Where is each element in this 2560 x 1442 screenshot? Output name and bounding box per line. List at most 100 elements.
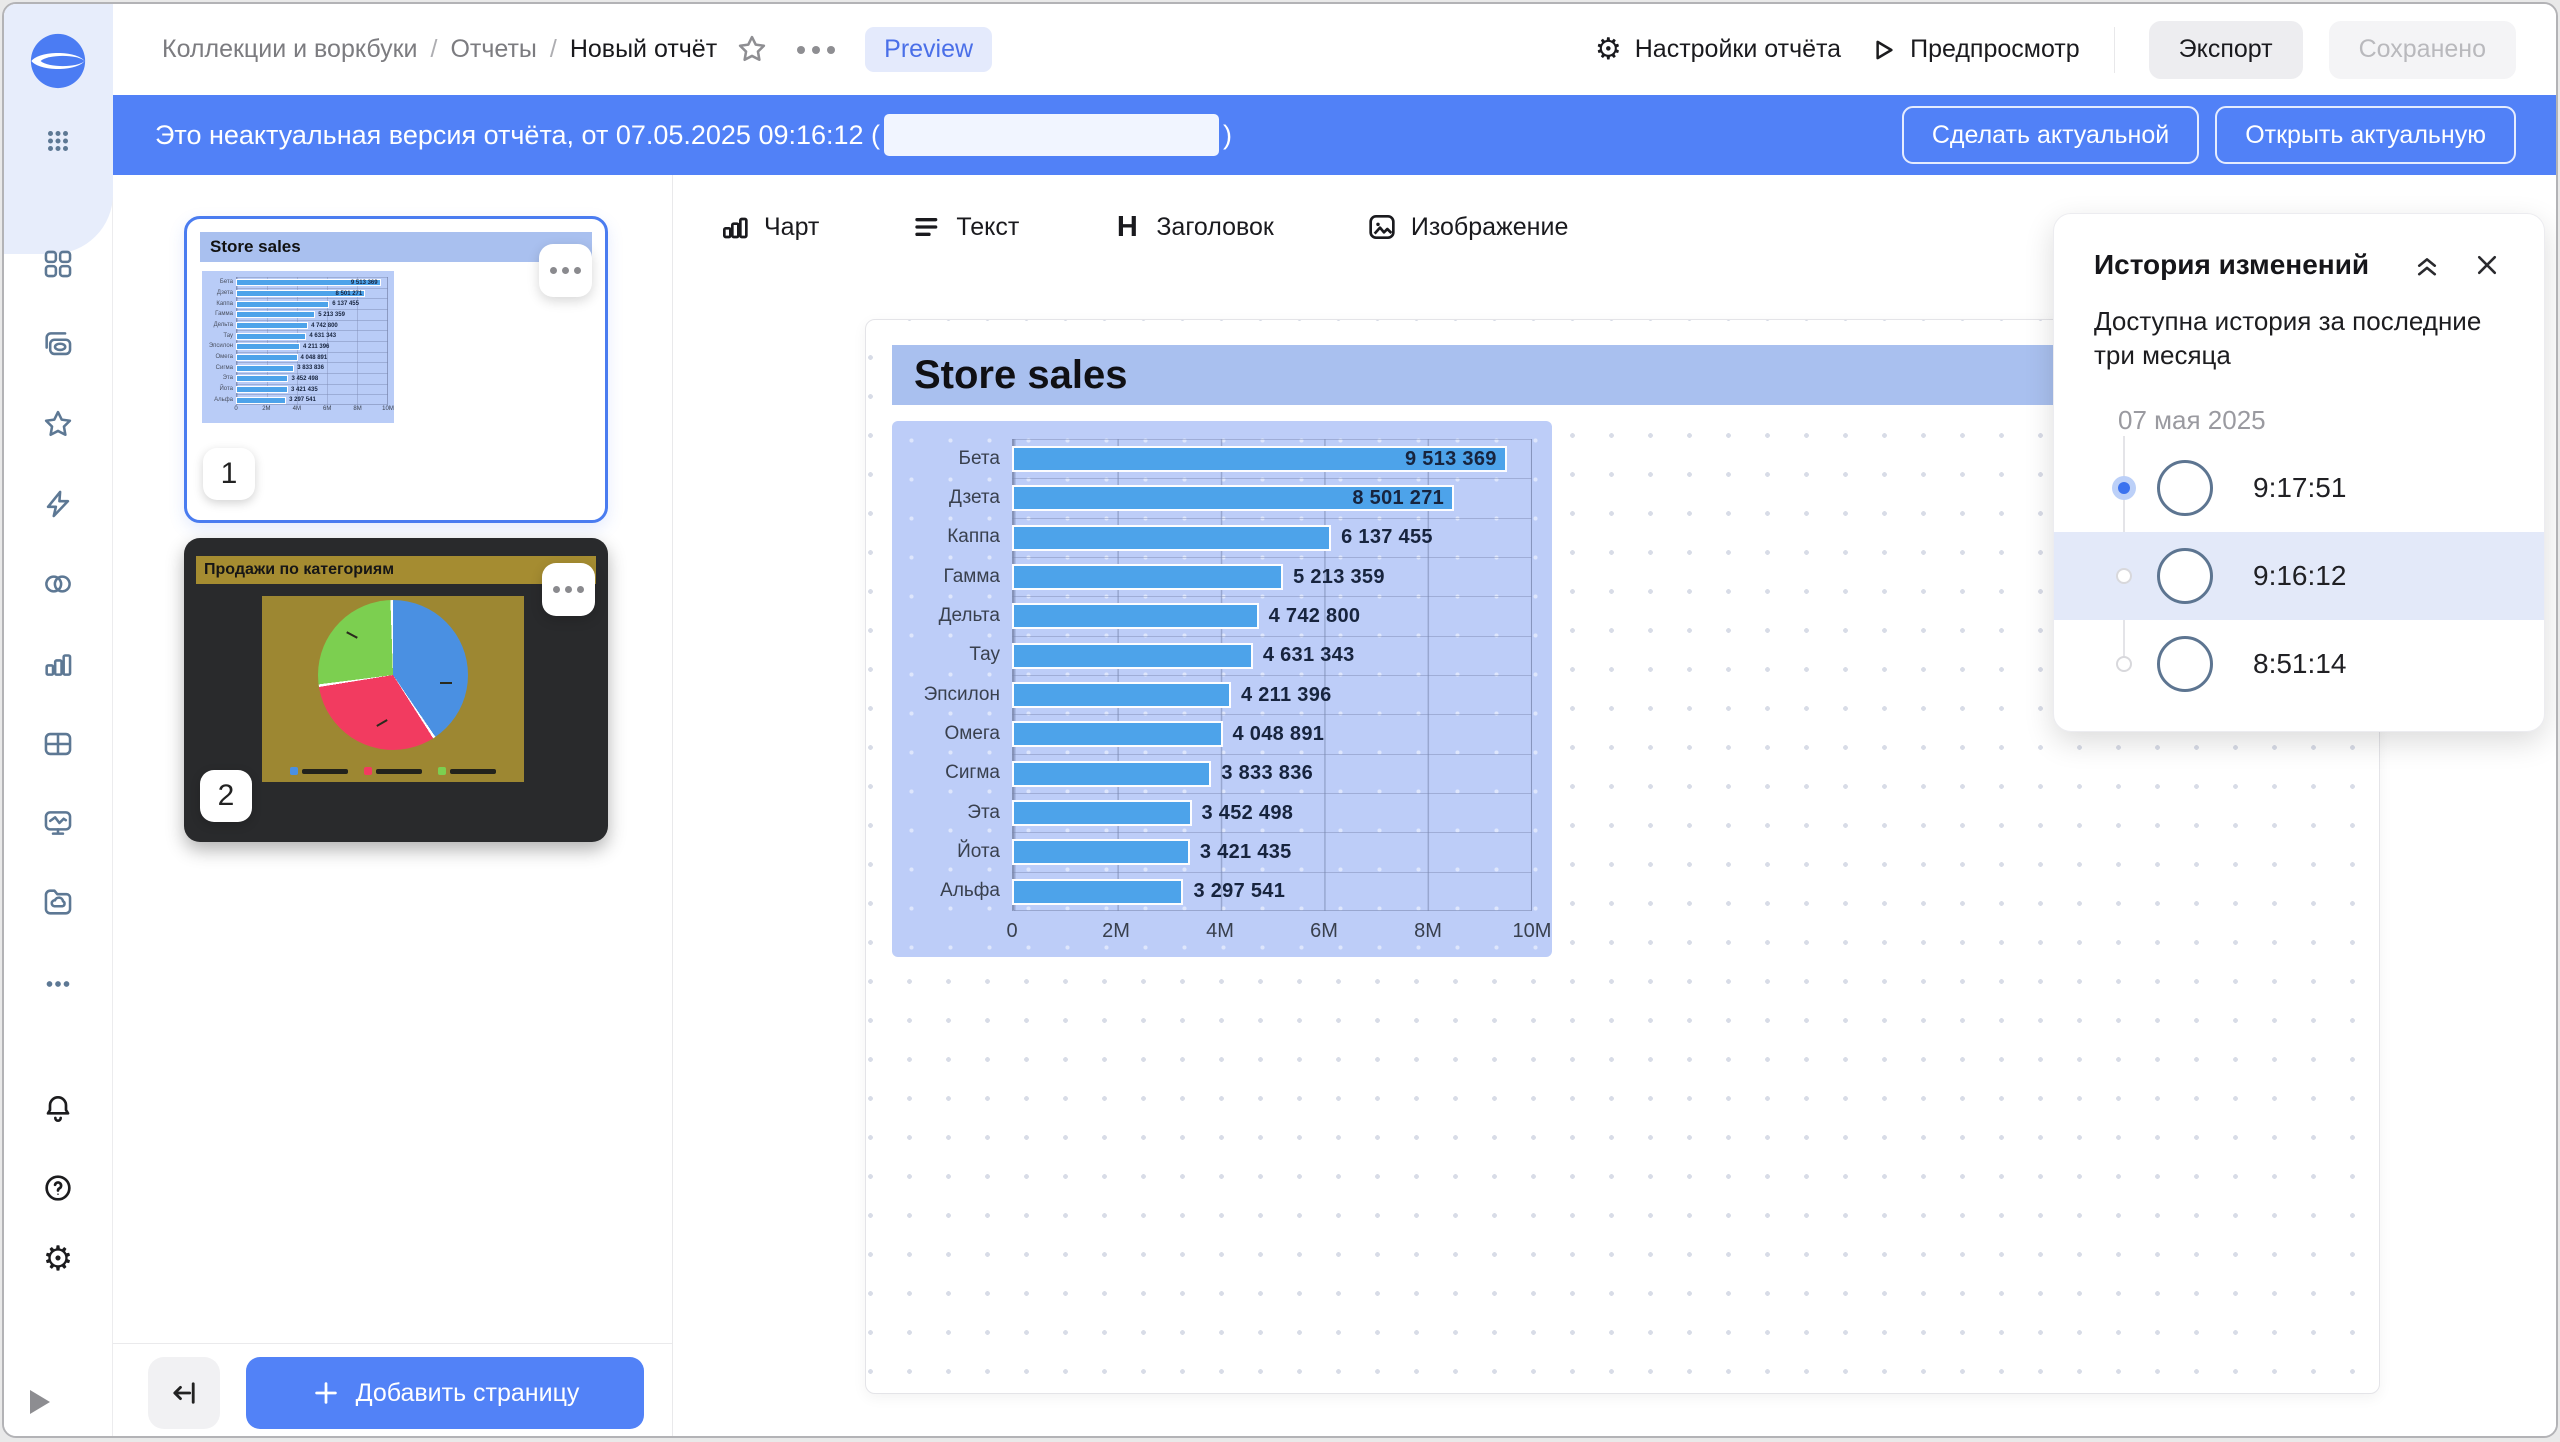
category-label: Бета: [908, 439, 1012, 478]
tables-icon[interactable]: [41, 727, 75, 761]
divider: [2114, 27, 2115, 73]
tool-image-label: Изображение: [1411, 213, 1568, 242]
tool-chart[interactable]: Чарт: [719, 211, 819, 243]
plus-icon: [311, 1378, 341, 1408]
chart-row: Тау 4 631 343: [206, 330, 388, 341]
cloud-folder-icon[interactable]: [41, 885, 75, 919]
favorites-icon[interactable]: [41, 407, 75, 441]
redacted-user-name: [884, 114, 1219, 156]
charts-icon[interactable]: [41, 647, 75, 681]
gear-icon: ⚙: [1595, 33, 1622, 67]
report-settings-button[interactable]: ⚙ Настройки отчёта: [1595, 33, 1841, 67]
close-icon[interactable]: [2470, 248, 2504, 282]
breadcrumb-reports[interactable]: Отчеты: [450, 35, 536, 64]
export-label: Экспорт: [2179, 35, 2273, 64]
favorite-star-icon[interactable]: [735, 32, 771, 68]
bar-track: 4 631 343: [1012, 636, 1532, 675]
history-item[interactable]: 9:17:51: [2054, 444, 2544, 532]
add-page-button[interactable]: Добавить страницу: [246, 1357, 644, 1429]
bar-track: 4 048 891: [236, 352, 388, 363]
export-button[interactable]: Экспорт: [2149, 21, 2303, 79]
breadcrumb-collections[interactable]: Коллекции и воркбуки: [162, 35, 418, 64]
bar-chart-widget[interactable]: Бета9 513 369Дзета8 501 271Каппа6 137 45…: [892, 421, 1552, 957]
saved-button: Сохранено: [2329, 21, 2516, 79]
value-label: 3 297 541: [289, 397, 316, 403]
x-tick: 10M: [1513, 920, 1552, 943]
tool-text[interactable]: Текст: [911, 211, 1019, 243]
open-actual-button[interactable]: Открыть актуальную: [2215, 106, 2516, 164]
user-avatar: [2157, 636, 2213, 692]
radio-inner-dot: [2118, 482, 2130, 494]
banner-text-suffix: ): [1223, 120, 1232, 151]
breadcrumb-current: Новый отчёт: [570, 35, 717, 64]
page-1-menu-icon[interactable]: [539, 244, 592, 297]
history-item[interactable]: 8:51:14: [2054, 620, 2544, 708]
chart-row: Гамма5 213 359: [206, 309, 388, 320]
chart-row: Каппа6 137 455: [908, 518, 1532, 557]
timeline-radio[interactable]: [2116, 568, 2132, 584]
more-icon[interactable]: [41, 967, 75, 1001]
dashboards-icon[interactable]: [41, 247, 75, 281]
collapse-all-icon[interactable]: [2410, 248, 2444, 282]
timeline-radio[interactable]: [2112, 476, 2136, 500]
value-label: 4 048 891: [1233, 723, 1325, 746]
preview-button[interactable]: Предпросмотр: [1867, 35, 2080, 65]
timeline-radio[interactable]: [2116, 656, 2132, 672]
notifications-icon[interactable]: [41, 1091, 75, 1125]
page-thumbnail-1[interactable]: Store sales Бета9 513 369Дзета8 501 271К…: [184, 216, 608, 523]
legend-item: [290, 767, 348, 775]
collections-icon[interactable]: [41, 327, 75, 361]
monitoring-icon[interactable]: [41, 806, 75, 840]
preview-badge[interactable]: Preview: [865, 27, 992, 72]
value-label: 4 211 396: [1241, 684, 1332, 707]
bar: [236, 311, 315, 318]
apps-grid-icon[interactable]: [41, 124, 75, 158]
datalens-logo-icon[interactable]: [27, 30, 89, 92]
x-axis: 02M4M6M8M10M: [1012, 911, 1532, 951]
legend-item: [438, 767, 496, 775]
page-thumbnail-2[interactable]: Продажи по категориям 2: [184, 538, 608, 842]
collapse-panel-button[interactable]: [148, 1357, 220, 1429]
bar-track: 4 631 343: [236, 330, 388, 341]
legend-text-stub: [450, 769, 496, 774]
legend-swatch: [438, 767, 446, 775]
category-label: Тау: [206, 330, 236, 341]
tool-heading-label: Заголовок: [1156, 213, 1274, 242]
page-2-menu-icon[interactable]: [542, 563, 595, 616]
chart-row: Йота3 421 435: [908, 832, 1532, 871]
history-item[interactable]: 9:16:12: [2054, 532, 2544, 620]
tool-heading[interactable]: H Заголовок: [1111, 211, 1274, 244]
report-settings-label: Настройки отчёта: [1635, 35, 1841, 64]
value-label: 4 631 343: [309, 333, 336, 339]
expand-play-icon[interactable]: [30, 1390, 50, 1414]
chart-row: Дзета8 501 271: [908, 478, 1532, 517]
breadcrumb: Коллекции и воркбуки / Отчеты / Новый от…: [162, 35, 717, 64]
thumbnail-1-title: Store sales: [200, 232, 592, 262]
more-actions-icon[interactable]: [797, 46, 835, 54]
make-actual-button[interactable]: Сделать актуальной: [1902, 106, 2199, 164]
chart-row: Эпсилон4 211 396: [908, 675, 1532, 714]
bar: [1012, 721, 1223, 747]
history-date: 07 мая 2025: [2118, 405, 2504, 436]
bar-track: 4 742 800: [236, 320, 388, 331]
tool-image[interactable]: Изображение: [1366, 211, 1568, 243]
help-icon[interactable]: [41, 1171, 75, 1205]
quick-actions-icon[interactable]: [41, 487, 75, 521]
insert-toolbar: Чарт Текст H Заголовок: [719, 197, 1568, 257]
category-label: Гамма: [206, 309, 236, 320]
bar-track: 4 211 396: [1012, 675, 1532, 714]
x-tick: 6M: [323, 406, 331, 412]
bar-track: 3 297 541: [236, 394, 388, 405]
settings-icon[interactable]: ⚙: [41, 1242, 75, 1276]
bar: 9 513 369: [236, 279, 381, 286]
chart-title-bar[interactable]: Store sales: [892, 345, 2056, 405]
saved-label: Сохранено: [2359, 35, 2486, 64]
user-avatar: [2157, 460, 2213, 516]
linked-rings-icon[interactable]: [41, 567, 75, 601]
history-time: 9:16:12: [2253, 560, 2346, 592]
category-label: Эпсилон: [206, 341, 236, 352]
bar-track: 4 742 800: [1012, 596, 1532, 635]
value-label: 4 742 800: [311, 323, 338, 329]
legend-text-stub: [376, 769, 422, 774]
category-label: Тау: [908, 636, 1012, 675]
